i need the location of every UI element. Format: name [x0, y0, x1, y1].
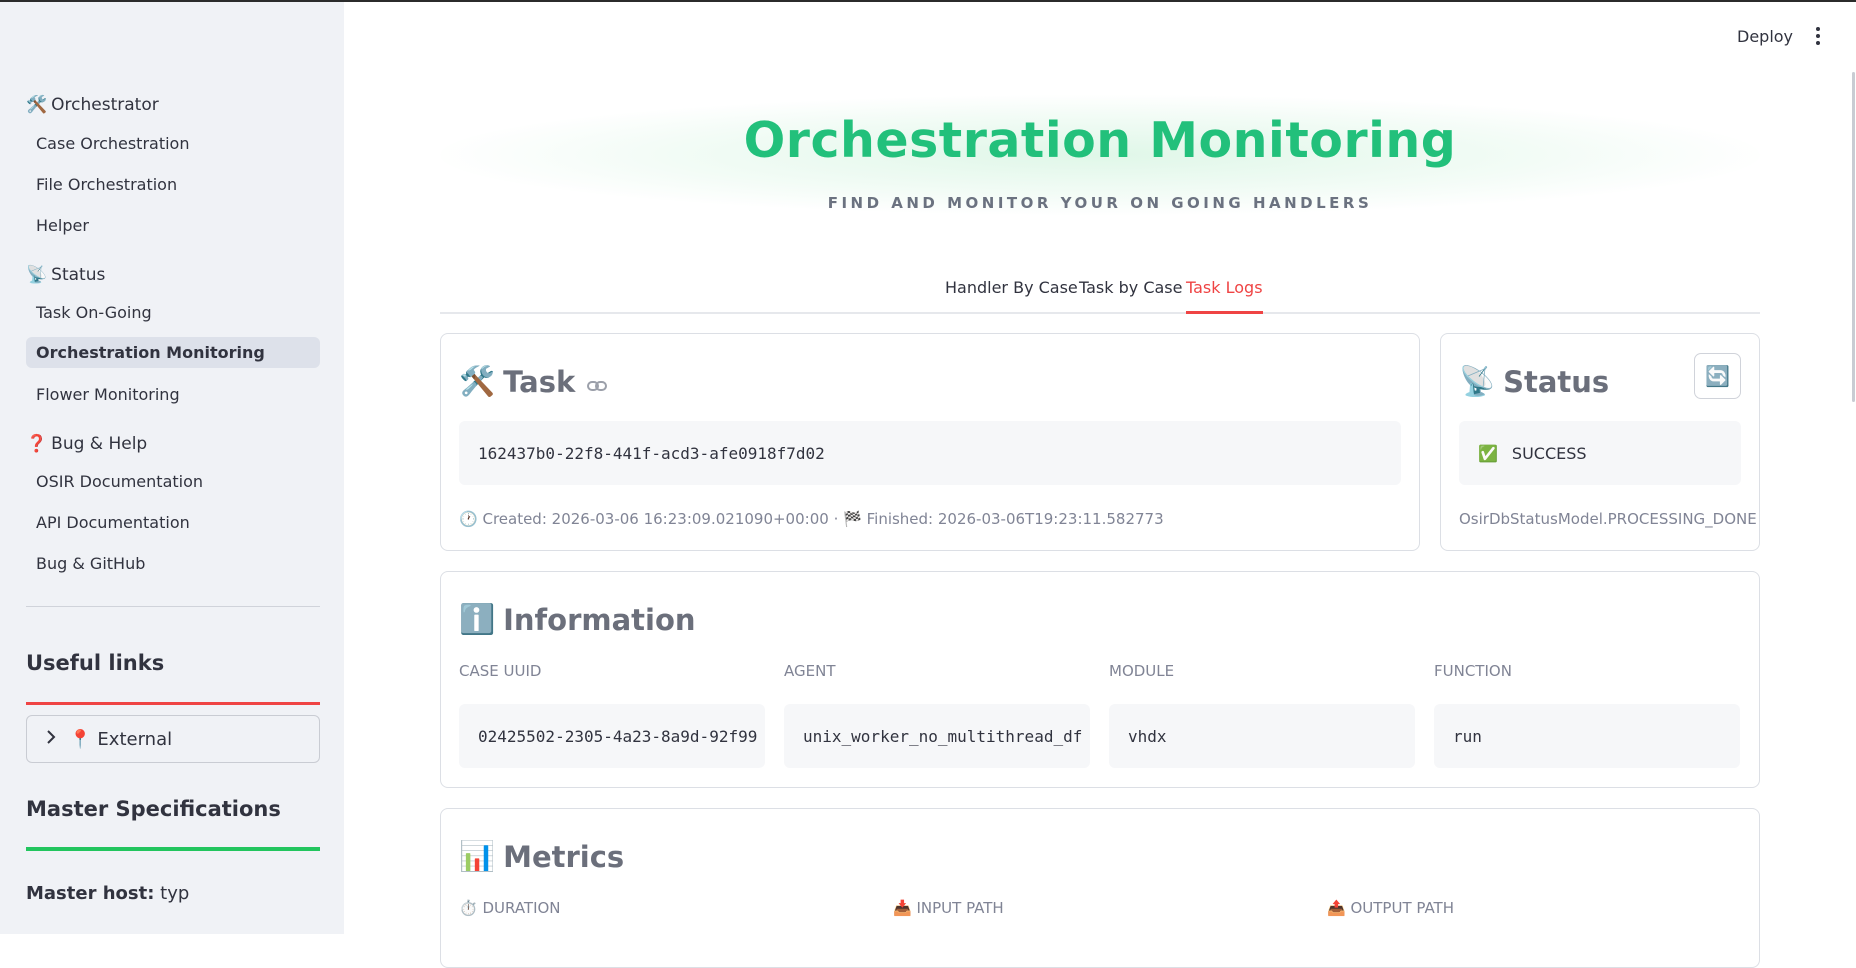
- link-icon[interactable]: [587, 365, 608, 399]
- input-path-label: 📥 INPUT PATH: [893, 899, 1004, 917]
- separator: ·: [833, 510, 839, 528]
- check-icon: ✅: [1478, 443, 1498, 463]
- sidebar-item-bug-github[interactable]: Bug & GitHub: [26, 548, 320, 579]
- deploy-button[interactable]: Deploy: [1737, 27, 1793, 46]
- inbox-tray-icon: 📥: [893, 899, 912, 917]
- task-timestamps: 🕐 Created: 2026-03-06 16:23:09.021090+00…: [459, 510, 1164, 528]
- bar-chart-icon: 📊: [459, 839, 496, 873]
- refresh-icon: 🔄: [1705, 364, 1730, 388]
- metrics-title-label: Metrics: [503, 839, 625, 874]
- task-title-label: Task: [503, 364, 576, 399]
- output-path-label-text: OUTPUT PATH: [1350, 899, 1454, 917]
- master-specifications-heading: Master Specifications: [26, 797, 281, 821]
- question-icon: ❓: [26, 434, 48, 454]
- master-specs-underline: [26, 847, 320, 851]
- useful-links-underline: [26, 702, 320, 705]
- outbox-tray-icon: 📤: [1327, 899, 1346, 917]
- master-host-label: Master host:: [26, 883, 155, 904]
- finish-flag-icon: 🏁: [843, 510, 862, 528]
- satellite-icon: 📡: [1459, 364, 1496, 398]
- status-card-title: 📡 Status: [1459, 364, 1609, 399]
- sidebar-item-api-documentation[interactable]: API Documentation: [26, 507, 320, 538]
- function-field[interactable]: run: [1434, 704, 1740, 768]
- metrics-card-title: 📊 Metrics: [459, 839, 624, 874]
- module-label: MODULE: [1109, 662, 1175, 680]
- created-timestamp: Created: 2026-03-06 16:23:09.021090+00:0…: [482, 510, 829, 528]
- metrics-card: 📊 Metrics ⏱️ DURATION 📥 INPUT PATH 📤 OUT…: [440, 808, 1760, 968]
- db-status: OsirDbStatusModel.PROCESSING_DONE: [1459, 510, 1757, 528]
- tab-bar: Handler By Case Task by Case Task Logs: [440, 276, 1760, 314]
- task-card: 🛠️ Task 162437b0-22f8-441f-acd3-afe0918f…: [440, 333, 1420, 551]
- tab-task-by-case[interactable]: Task by Case: [1079, 278, 1182, 314]
- nav-section-status: 📡 Status: [26, 265, 105, 285]
- pin-icon: 📍: [69, 728, 92, 750]
- sidebar-item-file-orchestration[interactable]: File Orchestration: [26, 169, 320, 200]
- tab-task-logs[interactable]: Task Logs: [1186, 278, 1263, 314]
- nav-section-bug-help: ❓ Bug & Help: [26, 434, 147, 454]
- sidebar-item-task-on-going[interactable]: Task On-Going: [26, 297, 320, 328]
- agent-label: AGENT: [784, 662, 836, 680]
- task-id-field[interactable]: 162437b0-22f8-441f-acd3-afe0918f7d02: [459, 421, 1401, 485]
- status-value: SUCCESS: [1511, 443, 1587, 463]
- master-host: Master host: typ: [26, 883, 189, 904]
- status-title-label: Status: [1503, 364, 1610, 399]
- useful-links-heading: Useful links: [26, 651, 165, 675]
- nav-section-orchestrator: 🛠️ Orchestrator: [26, 95, 159, 115]
- duration-label-text: DURATION: [482, 899, 561, 917]
- duration-label: ⏱️ DURATION: [459, 899, 561, 917]
- scrollbar[interactable]: [1852, 72, 1855, 402]
- sidebar-item-case-orchestration[interactable]: Case Orchestration: [26, 128, 320, 159]
- tools-icon: 🛠️: [26, 95, 48, 115]
- task-card-title: 🛠️ Task: [459, 364, 608, 399]
- sidebar-item-flower-monitoring[interactable]: Flower Monitoring: [26, 379, 320, 410]
- satellite-icon: 📡: [26, 265, 48, 285]
- output-path-label: 📤 OUTPUT PATH: [1327, 899, 1454, 917]
- page-subtitle: FIND AND MONITOR YOUR ON GOING HANDLERS: [827, 194, 1373, 212]
- external-expander[interactable]: 📍 External: [26, 715, 320, 763]
- function-label: FUNCTION: [1434, 662, 1512, 680]
- external-label: External: [97, 728, 173, 750]
- clock-icon: 🕐: [459, 510, 478, 528]
- module-field[interactable]: vhdx: [1109, 704, 1415, 768]
- stopwatch-icon: ⏱️: [459, 899, 478, 917]
- refresh-button[interactable]: 🔄: [1694, 353, 1741, 399]
- input-path-label-text: INPUT PATH: [916, 899, 1004, 917]
- finished-timestamp: Finished: 2026-03-06T19:23:11.582773: [866, 510, 1164, 528]
- tools-icon: 🛠️: [459, 364, 496, 398]
- sidebar-item-osir-documentation[interactable]: OSIR Documentation: [26, 466, 320, 497]
- information-card-title: ℹ️ Information: [459, 602, 696, 637]
- info-icon: ℹ️: [459, 602, 496, 636]
- nav-section-label: Bug & Help: [51, 434, 148, 454]
- sidebar-item-helper[interactable]: Helper: [26, 210, 320, 241]
- sidebar: 🛠️ Orchestrator Case Orchestration File …: [0, 0, 344, 934]
- master-host-value: typ: [160, 883, 190, 904]
- page-title: Orchestration Monitoring: [743, 112, 1457, 169]
- agent-field[interactable]: unix_worker_no_multithread_df: [784, 704, 1090, 768]
- information-card: ℹ️ Information CASE UUID 02425502-2305-4…: [440, 571, 1760, 788]
- case-uuid-field[interactable]: 02425502-2305-4a23-8a9d-92f99: [459, 704, 765, 768]
- status-value-box: ✅ SUCCESS: [1459, 421, 1741, 485]
- more-menu-icon[interactable]: [1810, 24, 1826, 48]
- sidebar-divider: [26, 606, 320, 607]
- sidebar-item-orchestration-monitoring[interactable]: Orchestration Monitoring: [26, 337, 320, 368]
- case-uuid-label: CASE UUID: [459, 662, 542, 680]
- information-title-label: Information: [503, 602, 696, 637]
- tab-handler-by-case[interactable]: Handler By Case: [945, 278, 1078, 314]
- nav-section-label: Status: [51, 265, 106, 285]
- nav-section-label: Orchestrator: [51, 95, 159, 115]
- chevron-right-icon: [45, 730, 57, 748]
